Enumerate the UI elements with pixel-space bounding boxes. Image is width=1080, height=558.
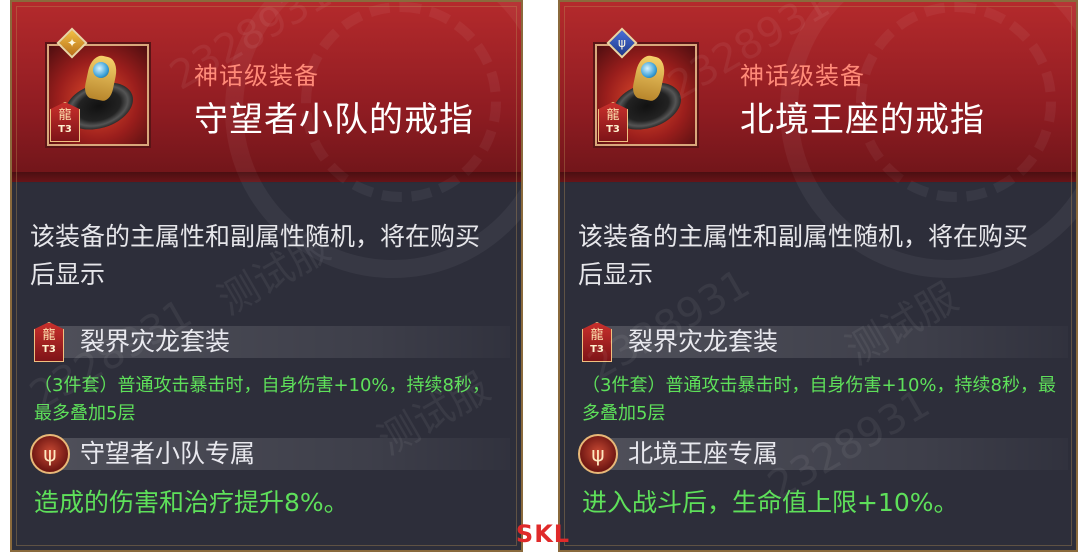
dragon-icon: 龍 xyxy=(606,108,620,123)
set-name: 裂界灾龙套装 xyxy=(80,327,231,356)
exclusive-effect-text: 进入战斗后，生命值上限+10%。 xyxy=(582,488,959,517)
set-bonus-header: 龍 T3 裂界灾龙套装 xyxy=(30,322,510,362)
tier-label: T3 xyxy=(58,124,72,135)
item-tooltip-card-north-throne-ring: ψ 龍 T3 神话级装备 北境王座的戒指 该装备的主属性和副属性随机，将在购买后… xyxy=(558,0,1078,552)
exclusive-header: ψ 守望者小队专属 xyxy=(30,434,510,474)
dragon-set-icon: 龍 T3 xyxy=(582,322,612,362)
rarity-label: 神话级装备 xyxy=(194,62,319,90)
set-effect-text: （3件套）普通攻击暴击时，自身伤害+10%，持续8秒，最多叠加5层 xyxy=(34,375,490,424)
tier-badge-icon: 龍 T3 xyxy=(50,102,80,142)
star-icon: ✦ xyxy=(66,36,78,50)
exclusive-header: ψ 北境王座专属 xyxy=(578,434,1068,474)
screenshot-stage: ✦ 龍 T3 神话级装备 守望者小队的戒指 该装备的主属性和副属性随机，将在购买… xyxy=(0,0,1080,558)
set-bonus-header: 龍 T3 裂界灾龙套装 xyxy=(578,322,1068,362)
site-watermark-logo: SKL xyxy=(515,520,571,548)
tier-badge-icon: 龍 T3 xyxy=(598,102,628,142)
trident-icon: ψ xyxy=(618,36,626,50)
item-name: 北境王座的戒指 xyxy=(740,100,985,140)
rarity-label: 神话级装备 xyxy=(740,62,865,90)
tier-label: T3 xyxy=(606,124,620,135)
dragon-set-icon: 龍 T3 xyxy=(34,322,64,362)
dragon-icon: 龍 xyxy=(58,108,72,123)
set-name: 裂界灾龙套装 xyxy=(628,327,779,356)
item-name: 守望者小队的戒指 xyxy=(194,100,474,140)
item-description: 该装备的主属性和副属性随机，将在购买后显示 xyxy=(578,222,1029,289)
item-tooltip-card-watchers-ring: ✦ 龍 T3 神话级装备 守望者小队的戒指 该装备的主属性和副属性随机，将在购买… xyxy=(10,0,523,552)
trident-emblem-icon: ψ xyxy=(578,434,618,474)
item-description: 该装备的主属性和副属性随机，将在购买后显示 xyxy=(30,222,481,289)
exclusive-name: 守望者小队专属 xyxy=(80,439,256,468)
set-effect-text: （3件套）普通攻击暴击时，自身伤害+10%，持续8秒，最多叠加5层 xyxy=(582,375,1056,424)
trident-emblem-icon: ψ xyxy=(30,434,70,474)
exclusive-effect-text: 造成的伤害和治疗提升8%。 xyxy=(34,488,349,517)
exclusive-name: 北境王座专属 xyxy=(628,439,779,468)
